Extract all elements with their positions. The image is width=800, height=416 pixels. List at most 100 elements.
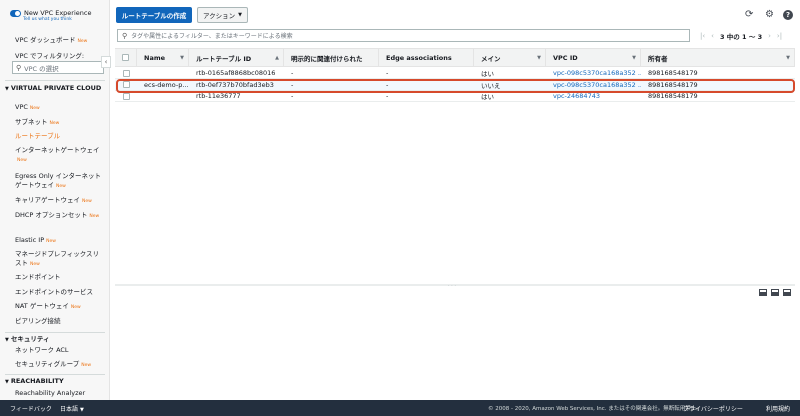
- sidebar-item-nat-gateways[interactable]: NAT ゲートウェイ New: [15, 302, 105, 312]
- new-badge: New: [17, 158, 27, 163]
- new-badge: New: [70, 305, 81, 310]
- sidebar-item-label: ピアリング接続: [15, 317, 61, 325]
- chevron-down-icon: ▼: [79, 406, 84, 413]
- help-icon[interactable]: ?: [783, 10, 793, 20]
- triangle-down-icon: ▼: [5, 379, 9, 385]
- cell-route-table-id: rtb-0165af8868bc08016: [196, 69, 276, 77]
- new-badge: New: [77, 39, 88, 44]
- header-name[interactable]: Name ▼: [137, 49, 189, 66]
- feedback-link[interactable]: フィードバック: [10, 404, 52, 413]
- actions-label: アクション: [202, 12, 236, 20]
- sort-icon: ▼: [180, 54, 184, 61]
- pager-next-icon[interactable]: ›: [768, 32, 771, 40]
- sidebar-item-label: セキュリティグループ: [15, 360, 80, 368]
- pane-layout-split-icon[interactable]: [771, 289, 779, 296]
- header-owner[interactable]: 所有者 ▼: [641, 49, 795, 66]
- table-header: Name ▼ ルートテーブル ID ▲ 明示的に関連付けられた Edge assoc…: [115, 48, 795, 67]
- sidebar-item-label: エンドポイント: [15, 273, 61, 281]
- pager-first-icon[interactable]: |‹: [700, 32, 705, 40]
- header-vpc-id[interactable]: VPC ID ▼: [546, 49, 641, 66]
- splitter-grip-icon[interactable]: · · ·: [448, 283, 456, 289]
- sidebar-item-label: エンドポイントのサービス: [15, 288, 93, 296]
- sidebar-item-dhcp-options[interactable]: DHCP オプションセット New: [15, 211, 105, 221]
- language-selector[interactable]: 日本語 ▼: [60, 404, 84, 413]
- new-badge: New: [89, 214, 100, 219]
- header-label: 明示的に関連付けられた: [291, 54, 363, 63]
- divider: [5, 80, 105, 81]
- header-explicit[interactable]: 明示的に関連付けられた: [284, 49, 379, 66]
- triangle-down-icon: ▼: [5, 337, 9, 343]
- divider: [5, 374, 105, 375]
- select-all-checkbox[interactable]: [122, 54, 129, 61]
- pane-layout-bottom-icon[interactable]: [759, 289, 767, 296]
- header-route-table-id[interactable]: ルートテーブル ID ▲: [189, 49, 284, 66]
- new-badge: New: [81, 363, 92, 368]
- row-highlight-annotation: [116, 79, 795, 93]
- sidebar-item-internet-gateways[interactable]: インターネットゲートウェイ New: [15, 146, 105, 165]
- new-badge: New: [30, 262, 40, 267]
- new-badge: New: [56, 184, 66, 189]
- section-reachability-label: REACHABILITY: [10, 377, 64, 385]
- sidebar-item-vpc[interactable]: VPC New: [15, 103, 105, 113]
- toggle-switch[interactable]: [10, 9, 21, 17]
- sidebar-item-carrier-gateways[interactable]: キャリアゲートウェイ New: [15, 196, 105, 206]
- cell-vpc-id-link[interactable]: vpc-098c5370ca168a352 ...: [546, 68, 641, 78]
- sidebar: New VPC Experience Tell us what you thin…: [0, 0, 110, 400]
- sidebar-item-managed-prefix-lists[interactable]: マネージドプレフィックスリスト New: [15, 250, 105, 269]
- sidebar-item-endpoint-services[interactable]: エンドポイントのサービス: [15, 288, 105, 297]
- create-route-table-button[interactable]: ルートテーブルの作成: [116, 7, 192, 23]
- header-main[interactable]: メイン ▼: [474, 49, 546, 66]
- row-checkbox[interactable]: [122, 92, 130, 100]
- sidebar-item-peering[interactable]: ピアリング接続: [15, 317, 105, 326]
- sidebar-item-label: ルートテーブル: [15, 132, 61, 140]
- sidebar-item-route-tables[interactable]: ルートテーブル: [15, 132, 105, 141]
- vpc-select[interactable]: ⚲ VPC の選択: [12, 61, 104, 74]
- sidebar-item-label: ネットワーク ACL: [15, 346, 69, 354]
- header-select-cell: [115, 49, 137, 66]
- sidebar-item-label: マネージドプレフィックスリスト: [15, 250, 100, 267]
- divider: [5, 332, 105, 333]
- pane-layout-full-icon[interactable]: [783, 289, 791, 296]
- sidebar-item-egress-only-igw[interactable]: Egress Only インターネットゲートウェイ New: [15, 172, 105, 191]
- terms-link[interactable]: 利用規約: [766, 404, 790, 413]
- sidebar-item-label: VPC: [15, 103, 28, 111]
- cell-owner: 898168548179: [648, 69, 698, 77]
- table-row[interactable]: rtb-0165af8868bc08016 - - はい vpc-098c537…: [115, 68, 795, 79]
- new-vpc-experience-toggle-row[interactable]: New VPC Experience: [0, 0, 109, 18]
- header-label: VPC ID: [553, 53, 578, 62]
- section-vpc-label: VIRTUAL PRIVATE CLOUD: [10, 84, 102, 92]
- actions-dropdown[interactable]: アクション ▼: [197, 7, 248, 23]
- gear-icon[interactable]: ⚙: [765, 10, 774, 20]
- row-checkbox[interactable]: [122, 69, 130, 77]
- privacy-policy-link[interactable]: プライバシーポリシー: [683, 404, 743, 413]
- sidebar-item-dashboard[interactable]: VPC ダッシュボード New: [15, 36, 105, 46]
- sidebar-item-subnets[interactable]: サブネット New: [15, 118, 105, 128]
- sidebar-item-label: NAT ゲートウェイ: [15, 302, 69, 310]
- pager-last-icon[interactable]: ›|: [777, 32, 782, 40]
- sidebar-item-security-groups[interactable]: セキュリティグループ New: [15, 360, 105, 370]
- copyright-text: © 2008 - 2020, Amazon Web Services, Inc.…: [488, 406, 702, 412]
- header-edge[interactable]: Edge associations: [379, 49, 474, 66]
- sidebar-item-endpoints[interactable]: エンドポイント: [15, 273, 105, 282]
- sidebar-item-reachability-analyzer[interactable]: Reachability Analyzer: [15, 389, 105, 398]
- pager-prev-icon[interactable]: ‹: [711, 32, 714, 40]
- sort-asc-icon: ▲: [275, 54, 279, 61]
- route-tables-table: Name ▼ ルートテーブル ID ▲ 明示的に関連付けられた Edge assoc…: [115, 48, 795, 102]
- sidebar-item-network-acl[interactable]: ネットワーク ACL: [15, 346, 105, 355]
- refresh-icon[interactable]: ⟳: [745, 10, 753, 20]
- sidebar-item-label: キャリアゲートウェイ: [15, 196, 80, 204]
- toggle-label: New VPC Experience: [24, 9, 92, 17]
- feedback-link[interactable]: Tell us what you think: [0, 17, 109, 22]
- section-security[interactable]: ▼ セキュリティ: [5, 335, 107, 344]
- search-icon: ⚲: [122, 31, 128, 40]
- sidebar-item-elastic-ip[interactable]: Elastic IP New: [15, 236, 105, 246]
- sidebar-collapse-button[interactable]: ‹: [101, 56, 111, 68]
- pager: |‹ ‹ 3 中の 1 ～ 3 › ›|: [700, 31, 782, 41]
- sidebar-item-label: インターネットゲートウェイ: [15, 146, 100, 154]
- header-label: メイン: [481, 54, 501, 63]
- section-vpc[interactable]: ▼ VIRTUAL PRIVATE CLOUD: [5, 84, 107, 93]
- cell-name: [137, 68, 189, 78]
- section-reachability[interactable]: ▼ REACHABILITY: [5, 377, 107, 386]
- cell-edge: -: [386, 69, 389, 77]
- search-input[interactable]: ⚲ タグや属性によるフィルター、またはキーワードによる検索: [117, 29, 690, 42]
